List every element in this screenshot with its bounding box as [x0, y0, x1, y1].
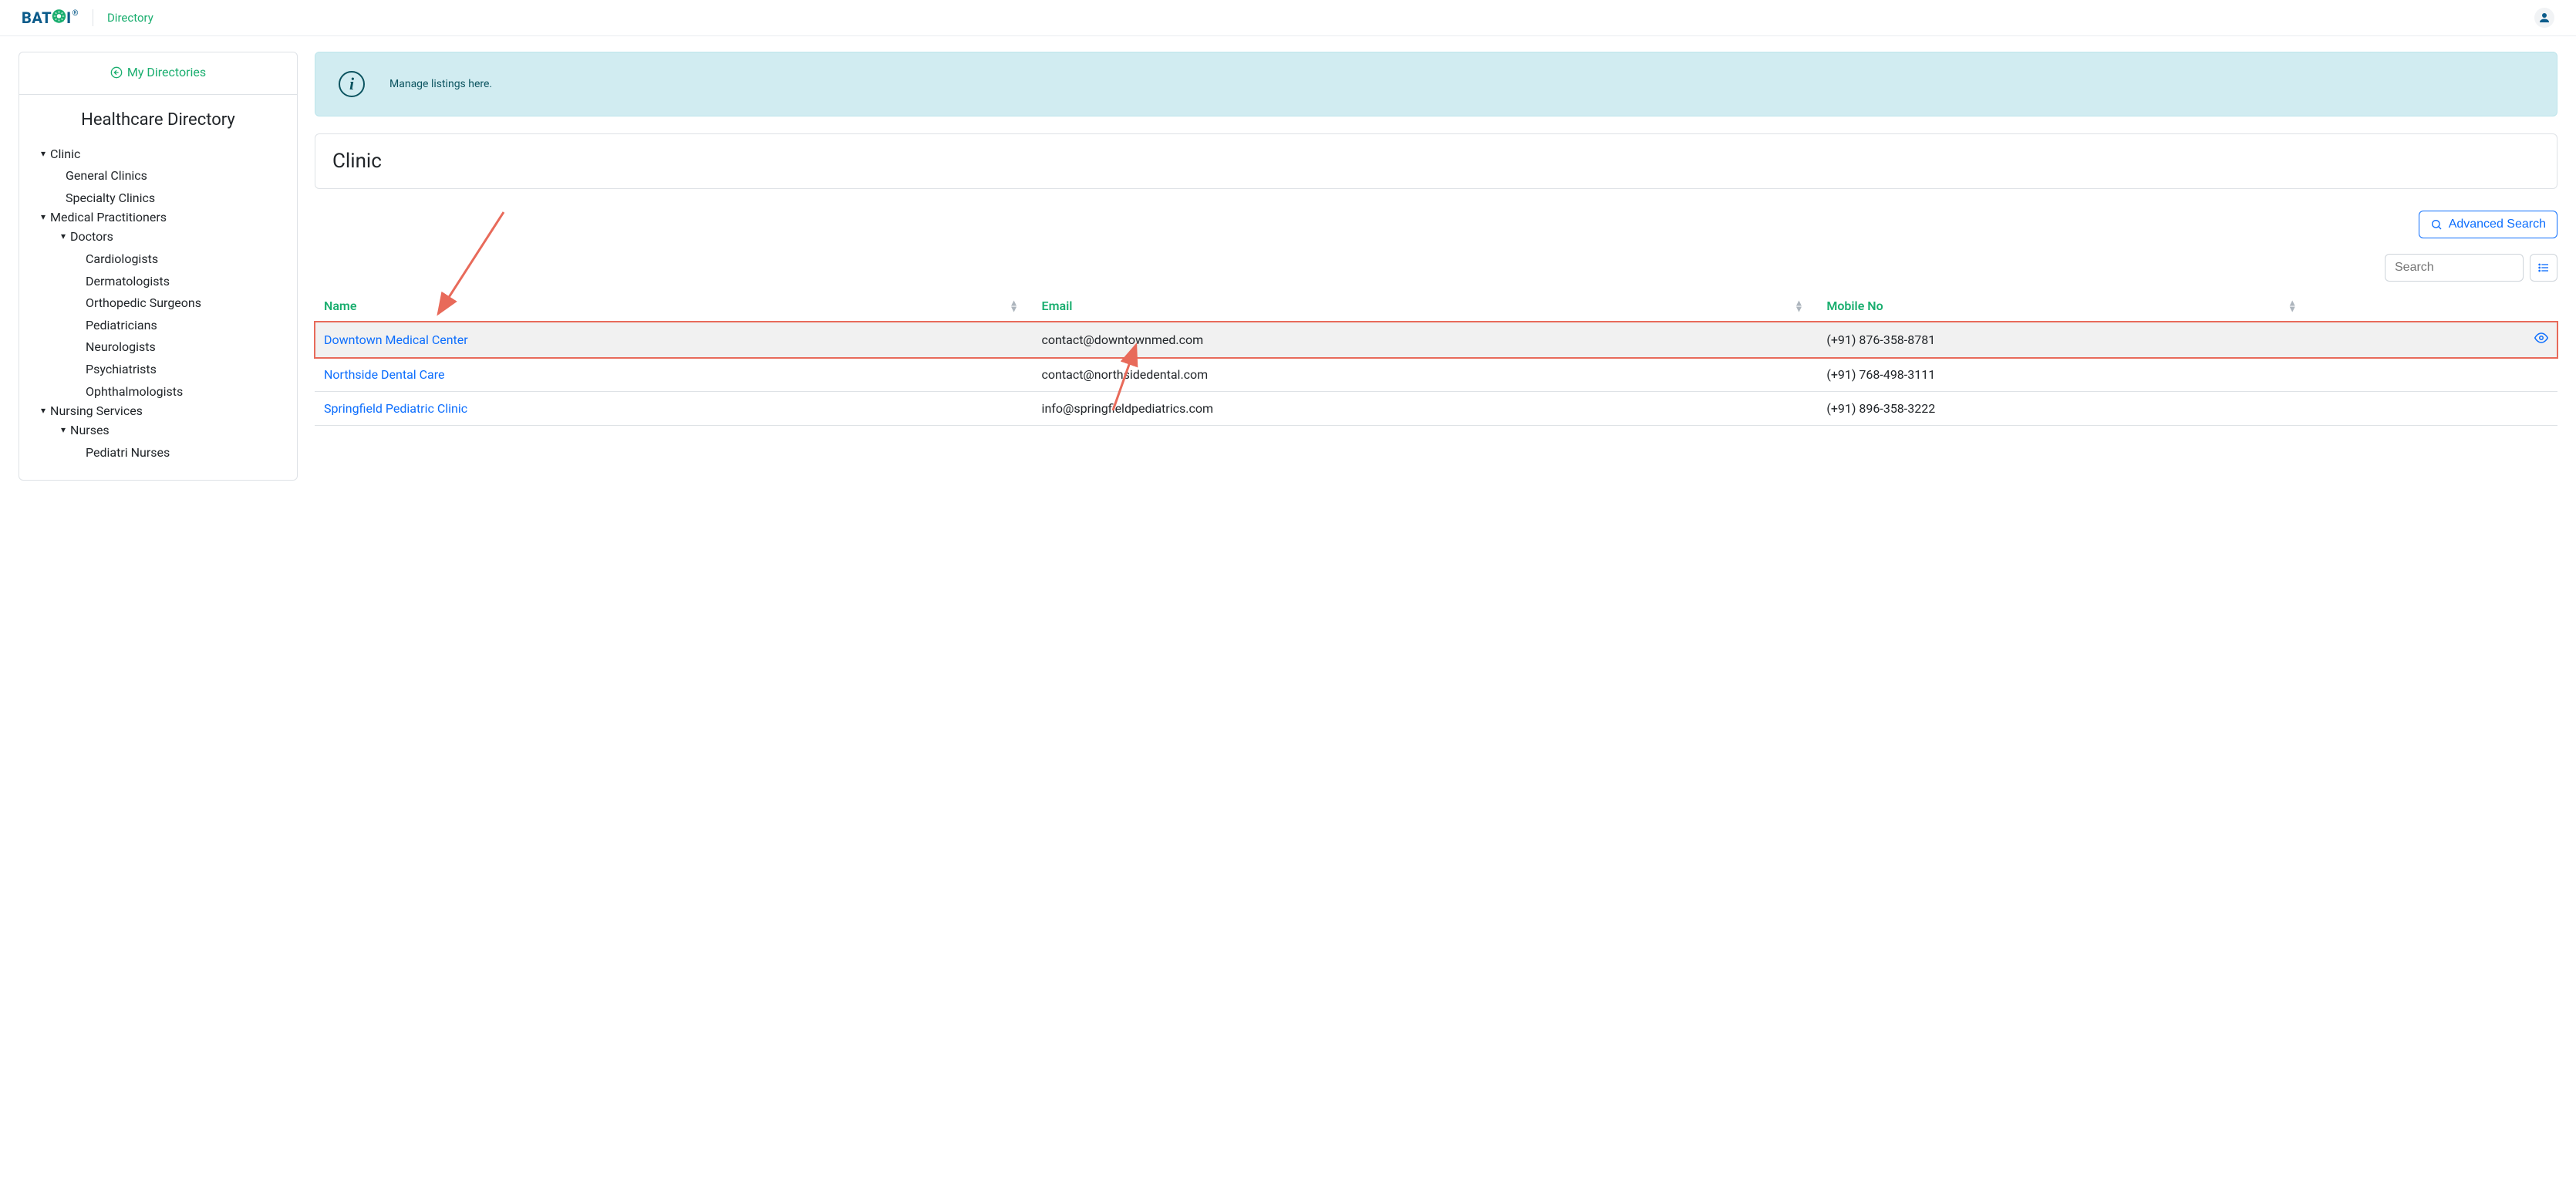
tree-node[interactable]: Pediatricians: [30, 312, 288, 334]
my-directories-link[interactable]: My Directories: [110, 65, 206, 79]
tree-node-label: Cardiologists: [86, 250, 158, 268]
tree-node[interactable]: ▾ Medical Practitioners: [30, 207, 288, 226]
listing-email: contact@northsidedental.com: [1033, 358, 1818, 392]
tree-node-label: Orthopedic Surgeons: [86, 294, 201, 312]
tree-node-label: Medical Practitioners: [50, 208, 167, 226]
listing-name-link[interactable]: Northside Dental Care: [324, 367, 445, 382]
brand-logo[interactable]: BAT❂I®: [22, 8, 79, 28]
listing-email: info@springfieldpediatrics.com: [1033, 392, 1818, 426]
search-input[interactable]: [2385, 254, 2524, 282]
category-tree: ▾ClinicGeneral ClinicsSpecialty Clinics▾…: [19, 143, 297, 480]
tree-node-label: Psychiatrists: [86, 360, 157, 378]
table-row[interactable]: Northside Dental Care contact@northsidede…: [315, 358, 2557, 392]
tree-node[interactable]: Orthopedic Surgeons: [30, 290, 288, 312]
sort-icon: ▲▼: [2288, 299, 2297, 312]
column-header-mobile[interactable]: Mobile No ▲▼: [1817, 291, 2311, 322]
tree-node[interactable]: Specialty Clinics: [30, 184, 288, 207]
tree-node[interactable]: Ophthalmologists: [30, 378, 288, 400]
sidebar-title: Healthcare Directory: [19, 95, 297, 143]
section-link-directory[interactable]: Directory: [107, 11, 153, 25]
info-banner: i Manage listings here.: [315, 52, 2557, 116]
header-left: BAT❂I® Directory: [22, 8, 153, 28]
view-eye-icon[interactable]: [2534, 331, 2548, 345]
table-row[interactable]: Springfield Pediatric Clinic info@springf…: [315, 392, 2557, 426]
listing-mobile: (+91) 768-498-3111: [1817, 358, 2311, 392]
tree-node-label: Nursing Services: [50, 402, 143, 420]
collapse-icon[interactable]: ▾: [61, 230, 66, 243]
listing-mobile: (+91) 896-358-3222: [1817, 392, 2311, 426]
my-directories-label: My Directories: [127, 65, 206, 79]
arrow-left-circle-icon: [110, 66, 123, 79]
controls-row: Advanced Search: [315, 211, 2557, 238]
tree-node[interactable]: ▾ Doctors: [30, 226, 288, 245]
user-avatar-icon[interactable]: [2534, 8, 2554, 28]
sidebar-top: My Directories: [19, 52, 297, 95]
collapse-icon[interactable]: ▾: [41, 211, 46, 224]
tree-node-label: Pediatricians: [86, 316, 157, 334]
listing-actions: [2311, 322, 2557, 358]
collapse-icon[interactable]: ▾: [41, 147, 46, 160]
list-view-toggle-button[interactable]: [2530, 254, 2557, 282]
tree-node[interactable]: ▾ Clinic: [30, 143, 288, 163]
listing-mobile: (+91) 876-358-8781: [1817, 322, 2311, 358]
advanced-search-label: Advanced Search: [2449, 218, 2546, 231]
listing-email: contact@downtownmed.com: [1033, 322, 1818, 358]
tree-node[interactable]: General Clinics: [30, 163, 288, 185]
tree-node-label: Specialty Clinics: [66, 189, 155, 207]
listings-table: Name ▲▼ Email ▲▼ Mobile No ▲▼ Downtown M…: [315, 291, 2557, 426]
tree-node[interactable]: Pediatri Nurses: [30, 439, 288, 461]
tree-node[interactable]: Dermatologists: [30, 268, 288, 290]
table-row[interactable]: Downtown Medical Center contact@downtownm…: [315, 322, 2557, 358]
listing-name-link[interactable]: Downtown Medical Center: [324, 332, 468, 347]
tree-node-label: General Clinics: [66, 167, 147, 184]
advanced-search-button[interactable]: Advanced Search: [2419, 211, 2557, 238]
collapse-icon[interactable]: ▾: [41, 404, 46, 417]
tree-node-label: Doctors: [70, 228, 113, 245]
table-header-row: Name ▲▼ Email ▲▼ Mobile No ▲▼: [315, 291, 2557, 322]
tree-node-label: Pediatri Nurses: [86, 444, 170, 461]
list-icon: [2537, 262, 2550, 274]
collapse-icon[interactable]: ▾: [61, 424, 66, 437]
main-content: i Manage listings here. Clinic Advanced …: [315, 52, 2557, 426]
panel-heading: Clinic: [315, 133, 2557, 189]
tree-node-label: Dermatologists: [86, 272, 170, 290]
column-header-action: [2311, 291, 2557, 322]
tree-node-label: Ophthalmologists: [86, 383, 183, 400]
info-banner-message: Manage listings here.: [389, 78, 492, 90]
info-icon: i: [339, 71, 365, 97]
page-body: My Directories Healthcare Directory ▾ Cli…: [0, 36, 2576, 496]
search-row: [315, 254, 2557, 282]
listing-name-link[interactable]: Springfield Pediatric Clinic: [324, 401, 467, 416]
column-header-name[interactable]: Name ▲▼: [315, 291, 1033, 322]
tree-node[interactable]: ▾ Nursing Services: [30, 400, 288, 420]
tree-node[interactable]: Neurologists: [30, 334, 288, 356]
listing-actions: [2311, 358, 2557, 392]
tree-node-label: Clinic: [50, 145, 80, 163]
column-header-email[interactable]: Email ▲▼: [1033, 291, 1818, 322]
tree-node[interactable]: Cardiologists: [30, 246, 288, 268]
search-icon: [2430, 218, 2443, 231]
tree-node-label: Nurses: [70, 421, 110, 439]
tree-node-label: Neurologists: [86, 338, 156, 356]
sort-icon: ▲▼: [1010, 299, 1019, 312]
sidebar: My Directories Healthcare Directory ▾ Cli…: [19, 52, 298, 481]
sort-icon: ▲▼: [1794, 299, 1803, 312]
listing-actions: [2311, 392, 2557, 426]
tree-node[interactable]: Psychiatrists: [30, 356, 288, 379]
tree-node[interactable]: ▾ Nurses: [30, 420, 288, 439]
top-header: BAT❂I® Directory: [0, 0, 2576, 36]
